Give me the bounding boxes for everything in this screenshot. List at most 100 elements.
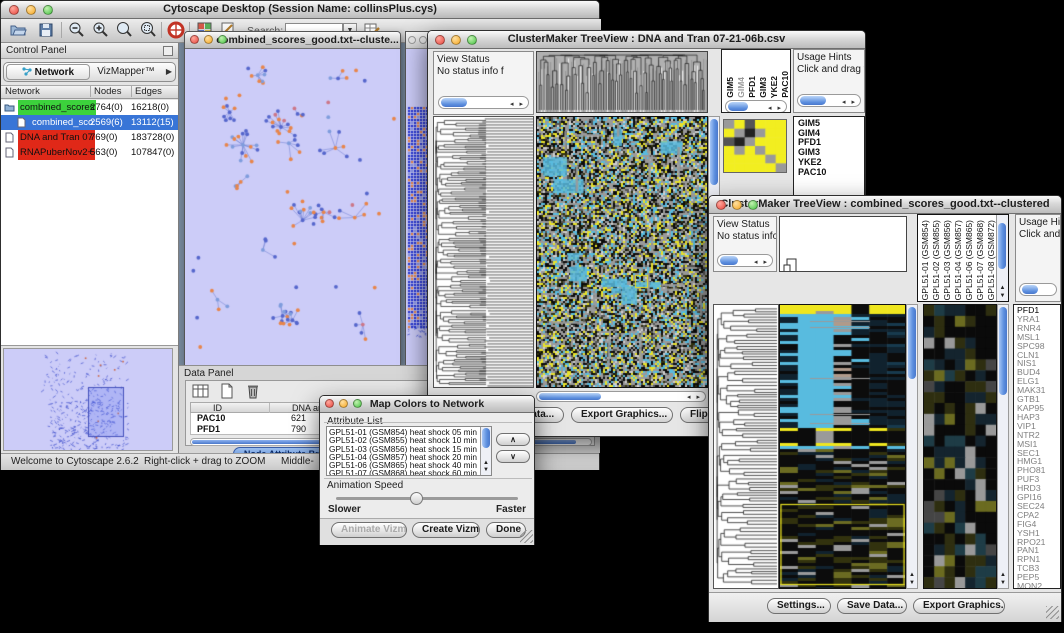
network-row[interactable]: combined_scores2764(0)16218(0) (1, 100, 178, 115)
zoom-button[interactable] (43, 5, 53, 15)
scrollbar-thumb[interactable] (710, 119, 718, 185)
tv1-collabel-scrollbar[interactable]: ◂ ▸ (725, 100, 787, 113)
scroll-up-arrow[interactable]: ▲ (998, 572, 1008, 579)
tv2-vscrollbar[interactable]: ▲ ▼ (906, 304, 918, 589)
scrollbar-thumb[interactable] (800, 96, 826, 105)
tv1-column-label[interactable]: GIM4 (736, 77, 747, 98)
delete-attribute-icon[interactable] (244, 383, 262, 401)
new-attribute-icon[interactable] (218, 383, 236, 401)
create-vizmap-button[interactable]: Create Vizmap (412, 522, 480, 538)
scrollbar-thumb[interactable] (908, 307, 916, 379)
zoom-fit-icon[interactable] (115, 21, 133, 39)
minimize-button[interactable] (26, 5, 36, 15)
birdseye-canvas[interactable] (4, 349, 172, 450)
scroll-down-arrow[interactable]: ▼ (481, 467, 491, 474)
network-view-titlebar[interactable]: combined_scores_good.txt--cluste... (185, 32, 400, 49)
attribute-table-icon[interactable] (192, 383, 210, 401)
zoom-button[interactable] (748, 200, 758, 210)
animation-slider-thumb[interactable] (410, 492, 423, 505)
tv1-mini-heatmap[interactable] (723, 119, 787, 173)
minimize-button[interactable] (339, 399, 348, 408)
tv1-export-graphics-button[interactable]: Export Graphics... (571, 407, 673, 423)
resize-grip[interactable] (520, 530, 533, 543)
scroll-up-arrow[interactable]: ▲ (907, 572, 917, 579)
main-titlebar[interactable]: Cytoscape Desktop (Session Name: collins… (1, 1, 599, 19)
scrollbar-arrows[interactable]: ◂ ▸ (768, 103, 783, 113)
open-icon[interactable] (9, 21, 27, 39)
tv1-hscrollbar[interactable]: ◂ ▸ (536, 391, 706, 402)
scrollbar-thumb[interactable] (998, 223, 1006, 269)
close-button[interactable] (435, 35, 445, 45)
tv1-column-label[interactable]: YKE2 (769, 76, 780, 98)
zoom-selected-icon[interactable] (139, 21, 157, 39)
scroll-up-arrow[interactable]: ▲ (481, 460, 491, 467)
tv2-column-label[interactable]: GPL51-06 (GSM865) (964, 220, 975, 300)
help-icon[interactable] (167, 21, 185, 39)
tv1-usage-scrollbar[interactable]: ◂ ▸ (797, 94, 861, 107)
zoom-button[interactable] (467, 35, 477, 45)
network-name[interactable]: combined_scores (18, 100, 96, 115)
tv1-column-dendrogram[interactable] (536, 51, 708, 113)
dialog-titlebar[interactable]: Map Colors to Network (320, 396, 534, 413)
tv2-row-dendrogram[interactable] (713, 304, 779, 589)
tv2-usage-scrollbar[interactable] (1019, 283, 1057, 296)
close-button[interactable] (408, 36, 416, 44)
minimize-button[interactable] (204, 35, 213, 44)
move-up-button[interactable]: ∧ (496, 433, 530, 446)
tv2-settings-button[interactable]: Settings... (767, 598, 831, 614)
tv1-column-label[interactable]: PFD1 (747, 76, 758, 98)
move-down-button[interactable]: ∨ (496, 450, 530, 463)
col-header-edges[interactable]: Edges (131, 86, 162, 97)
tv1-row-label[interactable]: PAC10 (798, 168, 864, 178)
data-col-id[interactable]: ID (213, 403, 222, 413)
tv1-column-label[interactable]: PAC10 (780, 71, 791, 98)
scrollbar-thumb[interactable] (441, 98, 467, 107)
tv2-column-label[interactable]: GPL51-04 (GSM857) (953, 220, 964, 300)
scroll-down-arrow[interactable]: ▼ (998, 580, 1008, 587)
tv1-column-label[interactable]: GIM3 (758, 77, 769, 98)
scrollbar-thumb[interactable] (539, 393, 601, 400)
tv1-heatmap[interactable] (536, 116, 708, 388)
tv2-column-label[interactable]: GPL51-07 (GSM868) (975, 220, 986, 300)
close-button[interactable] (325, 399, 334, 408)
gene-label[interactable]: MON2 (1017, 582, 1060, 589)
tv2-column-dendrogram[interactable] (779, 216, 907, 272)
tv2-column-label[interactable]: GPL51-03 (GSM856) (942, 220, 953, 300)
network-name[interactable]: DNA and Tran 07 (18, 130, 95, 145)
minimize-button[interactable] (451, 35, 461, 45)
tv1-row-dendrogram[interactable] (433, 116, 534, 388)
network-row[interactable]: combined_sco2569(6)13112(15) (1, 115, 178, 130)
attribute-item[interactable]: GPL51-07 (GSM868) heat shock 60 min (329, 469, 477, 476)
tv1-status-scrollbar[interactable]: ◂ ▸ (438, 96, 529, 109)
close-button[interactable] (716, 200, 726, 210)
network-row[interactable]: DNA and Tran 07769(0)183728(0) (1, 130, 178, 145)
animate-vizmap-button[interactable]: Animate Vizmap (331, 522, 407, 538)
close-button[interactable] (9, 5, 19, 15)
attribute-list-scrollbar[interactable]: ▲ ▼ (480, 427, 491, 475)
scrollbar-thumb[interactable] (999, 307, 1007, 395)
network-row[interactable]: RNAPuberNov2+563(0)107847(0) (1, 145, 178, 160)
scroll-down-arrow[interactable]: ▼ (907, 580, 917, 587)
tv2-zoom-heatmap[interactable] (923, 304, 997, 589)
save-icon[interactable] (37, 21, 55, 39)
scrollbar-thumb[interactable] (728, 102, 748, 111)
network-canvas[interactable] (185, 49, 400, 365)
tv2-column-label[interactable]: GPL51-02 (GSM855) (931, 220, 942, 300)
zoom-button[interactable] (218, 35, 227, 44)
tv2-save-data-button[interactable]: Save Data... (837, 598, 907, 614)
birdseye-view[interactable] (3, 348, 173, 451)
scroll-down-arrow[interactable]: ▼ (997, 293, 1008, 300)
attribute-list[interactable]: GPL51-01 (GSM854) heat shock 05 minGPL51… (326, 426, 492, 476)
tv2-export-graphics-button[interactable]: Export Graphics... (913, 598, 1005, 614)
col-header-network[interactable]: Network (5, 86, 40, 97)
scrollbar-thumb[interactable] (1022, 285, 1038, 294)
col-header-nodes[interactable]: Nodes (90, 86, 121, 97)
zoom-button[interactable] (353, 399, 362, 408)
scrollbar-thumb[interactable] (482, 428, 490, 448)
minimize-button[interactable] (732, 200, 742, 210)
scroll-up-arrow[interactable]: ▲ (997, 285, 1008, 292)
network-name[interactable]: RNAPuberNov2+ (18, 145, 95, 160)
float-panel-icon[interactable] (163, 46, 173, 56)
treeview2-titlebar[interactable]: ClusterMaker TreeView : combined_scores_… (709, 196, 1061, 214)
scrollbar-arrows[interactable]: ◂ ▸ (510, 99, 525, 109)
